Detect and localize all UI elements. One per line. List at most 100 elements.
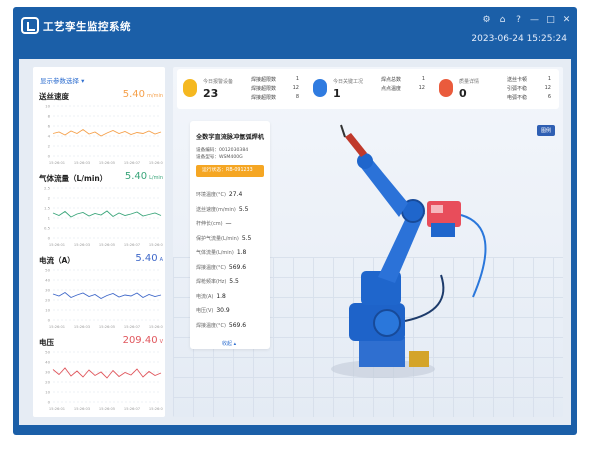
app-logo-icon <box>21 17 39 34</box>
info-row: 杆伸长(cm) — <box>196 220 232 227</box>
close-button[interactable]: ✕ <box>562 15 571 25</box>
y-tick-label: 1 <box>48 216 51 221</box>
x-tick-label: 15:26:01 <box>49 161 65 165</box>
chart-2: 电流（A） 5.40 A 50 40 30 20 10 0 15:26:01 15:26:03 15:… <box>39 253 163 337</box>
collapse-button[interactable]: 收起 ▴ <box>222 340 236 347</box>
device-info-card: 全数字直流脉冲氩弧焊机 设备编码：0012030384 设备型号：WSM400G… <box>190 121 270 349</box>
alarm-icon <box>183 79 197 97</box>
y-tick-label: 10 <box>45 104 50 109</box>
parameter-panel: 显示参数选择 ▾ 送丝速度 5.40 m/min 10 8 6 4 2 0 15:26:01 15:… <box>33 67 165 417</box>
x-tick-label: 15:26:07 <box>124 243 140 247</box>
y-tick-label: 8 <box>48 114 51 119</box>
y-tick-label: 4 <box>48 134 51 139</box>
chart-plot: 50 40 30 20 10 0 15:26:01 15:26:03 15:26:05 15:26… <box>45 350 163 412</box>
x-tick-label: 15:26:09 <box>149 407 163 411</box>
x-tick-label: 15:26:03 <box>74 407 90 411</box>
y-tick-label: 2 <box>48 196 51 201</box>
chart-plot: 10 8 6 4 2 0 15:26:01 15:26:03 15:26:05 15:26:07 1… <box>45 104 163 166</box>
chart-current-value: 5.40 m/min <box>122 89 163 100</box>
title-bar: 工艺孪生监控系统 ⚙ ⌂ ? — □ ✕ 2023-06-24 15:25:24 <box>13 7 577 59</box>
y-tick-label: 40 <box>45 278 50 283</box>
scene-area: 今日报警设备 23 焊接超限数 1 焊接超限数 12 焊接超限数 8 今日关键工况 1… <box>173 67 563 417</box>
device-model: 设备型号：WSM400G <box>196 155 243 160</box>
y-tick-label: 0 <box>48 236 51 241</box>
y-tick-label: 30 <box>45 288 50 293</box>
chart-0: 送丝速度 5.40 m/min 10 8 6 4 2 0 15:26:01 15:26:03 15:2… <box>39 89 163 173</box>
x-tick-label: 15:26:09 <box>149 325 163 329</box>
info-row: 气体流量(L/min) 1.8 <box>196 249 247 256</box>
series-line <box>52 210 162 218</box>
x-tick-label: 15:26:07 <box>124 407 140 411</box>
x-tick-label: 15:26:01 <box>49 243 65 247</box>
x-tick-label: 15:26:03 <box>74 325 90 329</box>
x-tick-label: 15:26:05 <box>99 161 115 165</box>
info-row: 电压(V) 30.9 <box>196 307 230 314</box>
minimize-button[interactable]: — <box>530 15 539 25</box>
datetime: 2023-06-24 15:25:24 <box>471 34 567 44</box>
x-tick-label: 15:26:09 <box>149 161 163 165</box>
x-tick-label: 15:26:05 <box>99 407 115 411</box>
x-tick-label: 15:26:07 <box>124 325 140 329</box>
param-select-dropdown[interactable]: 显示参数选择 ▾ <box>40 75 84 85</box>
info-row: 保护气流量(L/min) 5.5 <box>196 234 252 242</box>
y-tick-label: 10 <box>45 308 50 313</box>
y-tick-label: 1.5 <box>44 206 51 211</box>
main-content: 显示参数选择 ▾ 送丝速度 5.40 m/min 10 8 6 4 2 0 15:26:01 15:… <box>19 59 571 425</box>
series-line <box>52 367 162 379</box>
chart-current-value: 5.40 A <box>135 253 163 264</box>
chart-plot: 50 40 30 20 10 0 15:26:01 15:26:03 15:26:05 15:26… <box>45 268 163 330</box>
app-window: 工艺孪生监控系统 ⚙ ⌂ ? — □ ✕ 2023-06-24 15:25:24… <box>13 7 577 435</box>
quality-icon <box>439 79 453 97</box>
chart-plot: 2.5 2 1.5 1 0.5 0 15:26:01 15:26:03 15:26:05 15:2… <box>44 186 163 248</box>
chart-current-value: 5.40 L/min <box>124 171 163 182</box>
y-tick-label: 0 <box>48 400 51 405</box>
window-controls: ⚙ ⌂ ? — □ ✕ <box>482 15 571 25</box>
y-tick-label: 6 <box>48 124 51 129</box>
device-name: 全数字直流脉冲氩弧焊机 <box>196 134 265 141</box>
stats-bar: 今日报警设备 23 焊接超限数 1 焊接超限数 12 焊接超限数 8 今日关键工况 1… <box>177 69 559 109</box>
info-row: 焊接温度(°C) 569.6 <box>196 321 247 329</box>
y-tick-label: 0 <box>48 154 51 159</box>
info-row: 焊接温度(°C) 569.6 <box>196 263 247 271</box>
condition-icon <box>313 79 327 97</box>
x-tick-label: 15:26:01 <box>49 325 65 329</box>
info-row: 环境温度(°C) 27.4 <box>196 191 243 198</box>
y-tick-label: 2.5 <box>44 186 51 191</box>
y-tick-label: 0.5 <box>44 226 51 231</box>
x-tick-label: 15:26:03 <box>74 243 90 247</box>
chart-1: 气体流量（L/min） 5.40 L/min 2.5 2 1.5 1 0.5 0 15:26:01… <box>39 171 163 255</box>
y-tick-label: 50 <box>45 268 50 273</box>
info-row: 焊枪频率(Hz) 5.5 <box>196 278 239 285</box>
y-tick-label: 20 <box>45 298 50 303</box>
y-tick-label: 0 <box>48 318 51 323</box>
legend-button[interactable]: 图例 <box>536 125 555 136</box>
y-tick-label: 2 <box>48 144 51 149</box>
settings-icon[interactable]: ⚙ <box>482 15 491 25</box>
y-tick-label: 20 <box>45 380 50 385</box>
y-tick-label: 10 <box>45 390 50 395</box>
chart-current-value: 209.40 V <box>122 335 163 346</box>
run-status-button[interactable]: 运行状态：RB-091233 <box>196 165 264 177</box>
stat-key-conditions[interactable]: 今日关键工况 1 焊点总数 1 点点温度 12 <box>309 69 429 109</box>
app-title: 工艺孪生监控系统 <box>43 21 131 33</box>
x-tick-label: 15:26:05 <box>99 243 115 247</box>
y-tick-label: 30 <box>45 370 50 375</box>
help-icon[interactable]: ? <box>514 15 523 25</box>
home-icon[interactable]: ⌂ <box>498 15 507 25</box>
chart-3: 电压 209.40 V 50 40 30 20 10 0 15:26:01 15:26:03 15:2… <box>39 335 163 419</box>
series-line <box>52 291 162 300</box>
series-line <box>52 128 162 137</box>
info-row: 电流(A) 1.8 <box>196 292 226 300</box>
stat-alarm-devices[interactable]: 今日报警设备 23 焊接超限数 1 焊接超限数 12 焊接超限数 8 <box>179 69 304 109</box>
x-tick-label: 15:26:05 <box>99 325 115 329</box>
x-tick-label: 15:26:07 <box>124 161 140 165</box>
x-tick-label: 15:26:09 <box>149 243 163 247</box>
device-code: 设备编码：0012030384 <box>196 148 249 153</box>
x-tick-label: 15:26:03 <box>74 161 90 165</box>
x-tick-label: 15:26:01 <box>49 407 65 411</box>
y-tick-label: 40 <box>45 360 50 365</box>
maximize-button[interactable]: □ <box>546 15 555 25</box>
y-tick-label: 50 <box>45 350 50 355</box>
info-row: 送丝速度(m/min) 5.5 <box>196 205 249 213</box>
stat-quality[interactable]: 质量详情 0 送丝卡顿 1 引弧不稳 12 电弧不稳 6 <box>435 69 557 109</box>
